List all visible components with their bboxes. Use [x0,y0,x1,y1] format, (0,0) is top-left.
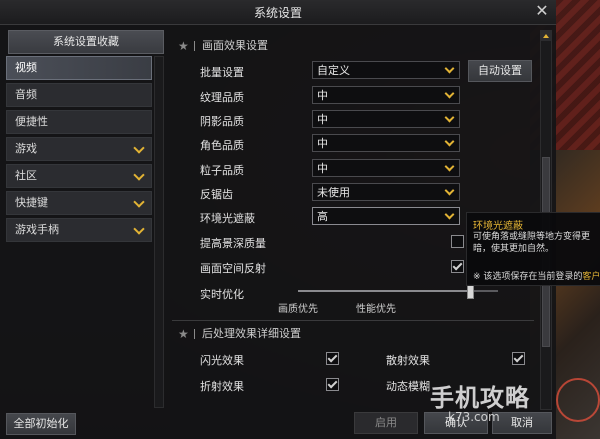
sidebar-item-game[interactable]: 游戏 [6,137,152,161]
sidebar-item-label: 游戏手柄 [15,223,59,236]
chevron-down-icon [441,87,459,103]
character-quality-row: 角色品质 中 [172,133,534,155]
sidebar: 视频 音频 便捷性 游戏 社区 快捷键 游戏手柄 [6,56,152,245]
performance-priority-label: 性能优先 [356,304,396,315]
texture-quality-select[interactable]: 中 [312,86,460,104]
bloom-label: 闪光效果 [200,354,244,367]
optimize-slider[interactable] [298,284,498,299]
batch-setting-label: 批量设置 [200,66,244,79]
batch-setting-row: 批量设置 自定义 自动设置 [172,60,534,82]
chevron-down-icon [133,196,145,208]
select-value: 自定义 [317,64,350,77]
setting-label: 角色品质 [200,139,244,152]
sidebar-item-video[interactable]: 视频 [6,56,152,80]
anti-aliasing-row: 反锯齿 未使用 [172,182,534,204]
graphics-section-header: ★ 画面效果设置 [172,36,534,56]
star-icon[interactable]: ★ [178,324,189,344]
motion-blur-label: 动态模糊 [386,380,430,393]
sidebar-item-label: 视频 [15,61,37,74]
select-value: 高 [317,210,328,223]
setting-label: 反锯齿 [200,188,233,201]
anti-aliasing-select[interactable]: 未使用 [312,183,460,201]
shadow-quality-select[interactable]: 中 [312,110,460,128]
character-quality-select[interactable]: 中 [312,134,460,152]
sidebar-item-label: 便捷性 [15,115,48,128]
sidebar-item-hotkeys[interactable]: 快捷键 [6,191,152,215]
setting-label: 阴影品质 [200,115,244,128]
scroll-up-icon[interactable] [541,31,551,41]
tooltip-note: ※ 该选项保存在当前登录的客户端。 [473,269,600,282]
watermark-url: k73.com [448,410,500,424]
scattering-checkbox[interactable] [512,352,525,365]
bloom-checkbox[interactable] [326,352,339,365]
auto-setting-button[interactable]: 自动设置 [468,60,532,82]
screen-space-reflection-label: 画面空间反射 [200,262,266,275]
particle-quality-select[interactable]: 中 [312,159,460,177]
sidebar-item-label: 音频 [15,88,37,101]
refraction-label: 折射效果 [200,380,244,393]
tooltip-body: 可使角落或缝隙等地方变得更暗，使其更加自然。 [473,232,591,254]
apply-button[interactable]: 启用 [354,412,418,434]
sidebar-item-label: 快捷键 [15,196,48,209]
chevron-down-icon [441,62,459,78]
chevron-down-icon [441,160,459,176]
sidebar-scrollbar[interactable] [154,56,164,408]
texture-quality-row: 纹理品质 中 [172,85,534,107]
sidebar-item-label: 游戏 [15,142,37,155]
cancel-button[interactable]: 取消 [492,412,552,434]
particle-quality-row: 粒子品质 中 [172,158,534,180]
title-bar: 系统设置 ✕ [0,0,556,25]
refraction-checkbox[interactable] [326,378,339,391]
chevron-down-icon [441,184,459,200]
setting-label: 纹理品质 [200,91,244,104]
screen-space-reflection-checkbox[interactable] [451,260,464,273]
ambient-occlusion-tooltip: 环境光遮蔽 可使角落或缝隙等地方变得更暗，使其更加自然。 ※ 该选项保存在当前登… [466,212,600,286]
window-title: 系统设置 [253,6,302,20]
divider [194,41,195,51]
divider [194,329,195,339]
chevron-down-icon [133,142,145,154]
select-value: 中 [317,113,328,126]
chevron-down-icon [441,135,459,151]
tooltip-note-highlight: 客户端 [582,272,600,282]
depth-of-field-label: 提高景深质量 [200,237,266,250]
ambient-occlusion-select[interactable]: 高 [312,207,460,225]
watermark-logo [556,378,600,422]
select-value: 中 [317,162,328,175]
select-value: 中 [317,137,328,150]
chevron-down-icon [133,223,145,235]
section-title: 后处理效果详细设置 [202,327,301,340]
select-value: 未使用 [317,186,350,199]
sidebar-item-audio[interactable]: 音频 [6,83,152,107]
close-icon[interactable]: ✕ [534,2,550,20]
reset-all-button[interactable]: 全部初始化 [6,413,76,435]
tooltip-title: 环境光遮蔽 [473,221,523,232]
tooltip-note-prefix: ※ 该选项保存在当前登录的 [473,272,583,282]
chevron-down-icon [133,169,145,181]
batch-setting-select[interactable]: 自定义 [312,61,460,79]
setting-label: 粒子品质 [200,164,244,177]
select-value: 中 [317,89,328,102]
quality-priority-label: 画质优先 [278,304,318,315]
watermark-text: 手机攻略 [430,384,530,412]
scattering-label: 散射效果 [386,354,430,367]
sidebar-item-community[interactable]: 社区 [6,164,152,188]
sidebar-item-label: 社区 [15,169,37,182]
optimize-slider-fill [298,290,470,292]
setting-label: 环境光遮蔽 [200,212,255,225]
chevron-down-icon [441,111,459,127]
realtime-optimize-label: 实时优化 [200,288,244,301]
sidebar-item-convenience[interactable]: 便捷性 [6,110,152,134]
optimize-slider-handle[interactable] [467,284,474,299]
sidebar-item-gamepad[interactable]: 游戏手柄 [6,218,152,242]
scattering-row: 散射效果 [358,348,534,370]
section-divider [172,320,534,321]
section-title: 画面效果设置 [202,39,268,52]
shadow-quality-row: 阴影品质 中 [172,109,534,131]
chevron-down-icon [441,208,459,224]
settings-favorites-button[interactable]: 系统设置收藏 [8,30,164,54]
depth-of-field-checkbox[interactable] [451,235,464,248]
postprocess-section-header: ★ 后处理效果详细设置 [172,324,534,344]
star-icon[interactable]: ★ [178,36,189,56]
